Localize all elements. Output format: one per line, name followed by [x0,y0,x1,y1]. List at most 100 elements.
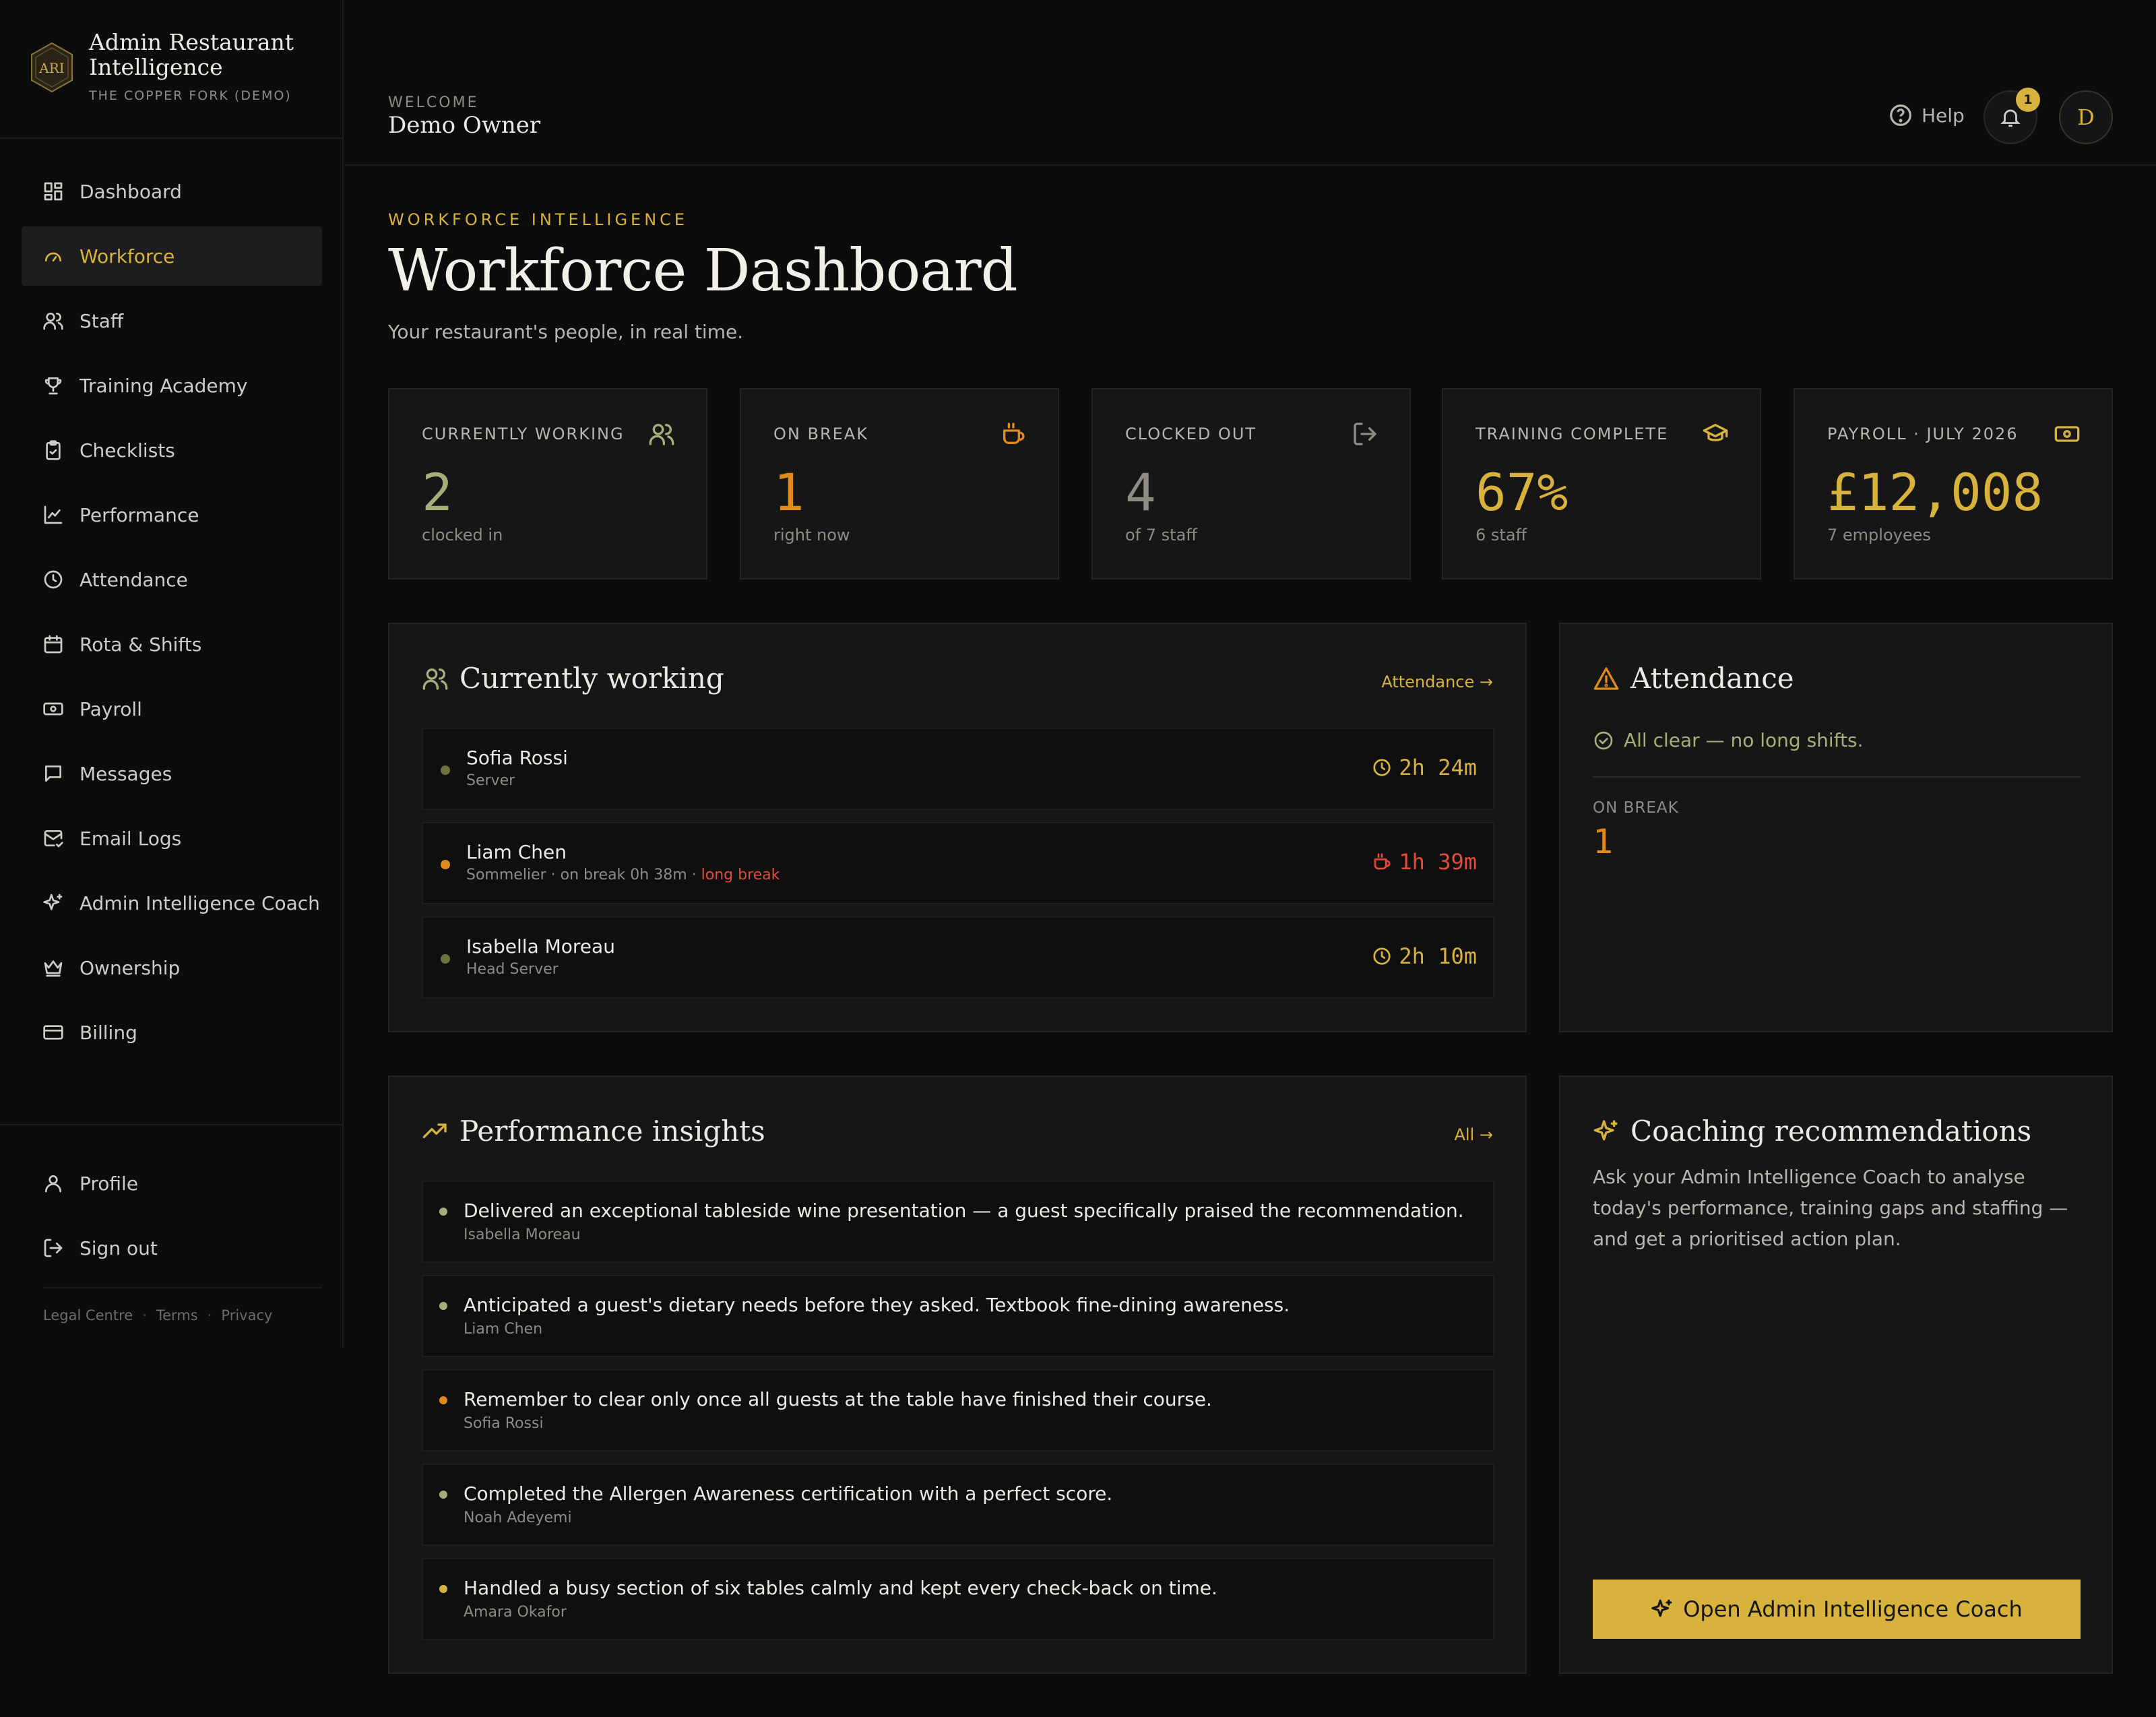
legal-links: Legal Centre · Terms · Privacy [43,1287,322,1323]
sidebar-item-sign-out[interactable]: Sign out [22,1218,322,1278]
sidebar-item-performance[interactable]: Performance [22,485,322,544]
coffee-icon [1000,420,1027,447]
insight-text: Delivered an exceptional tableside wine … [464,1199,1464,1222]
all-insights-link[interactable]: All → [1454,1125,1493,1144]
sidebar-item-dashboard[interactable]: Dashboard [22,162,322,221]
insight-staff-name: Sofia Rossi [464,1415,544,1432]
insight-item[interactable]: Anticipated a guest's dietary needs befo… [422,1275,1494,1357]
stat-note: 7 employees [1827,526,1931,544]
sidebar-item-ownership[interactable]: Ownership [22,938,322,997]
page-eyebrow: WORKFORCE INTELLIGENCE [388,210,689,229]
open-coach-button[interactable]: Open Admin Intelligence Coach [1593,1580,2081,1639]
account-nav: Profile Sign out [22,1154,322,1283]
sidebar-item-label: Rota & Shifts [80,633,202,656]
brand-title: Admin Restaurant Intelligence [89,29,294,80]
staff-name: Liam Chen [466,841,567,863]
sidebar-item-profile[interactable]: Profile [22,1154,322,1213]
sidebar-item-label: Dashboard [80,180,182,203]
gauge-icon [42,245,65,268]
insight-text: Completed the Allergen Awareness certifi… [464,1482,1113,1505]
sidebar-item-admin-intelligence-coach[interactable]: Admin Intelligence Coach [22,873,322,933]
notification-badge: 1 [2016,88,2040,112]
svg-text:ARI: ARI [38,60,64,76]
sidebar-nav: Dashboard Workforce Staff Training Acade… [22,162,322,1067]
stat-value: £12,008 [1827,462,2043,522]
on-break-label: ON BREAK [1593,799,1679,817]
sidebar-item-messages[interactable]: Messages [22,744,322,803]
attendance-link[interactable]: Attendance → [1381,673,1493,691]
insight-staff-name: Amara Okafor [464,1604,567,1621]
sign-out-icon [1352,420,1378,447]
shift-duration: 2h 10m [1372,943,1477,969]
sidebar-item-email-logs[interactable]: Email Logs [22,809,322,868]
sidebar-item-label: Messages [80,762,172,785]
sidebar: ARI Admin Restaurant Intelligence THE CO… [0,0,344,1348]
stat-label: ON BREAK [773,425,868,443]
link-label: All [1454,1125,1475,1144]
avatar[interactable]: D [2059,90,2113,144]
insight-staff-name: Liam Chen [464,1321,543,1338]
sidebar-item-label: Performance [80,503,199,526]
user-name: Demo Owner [388,112,541,139]
stat-value: 2 [422,462,453,522]
sidebar-item-rota-shifts[interactable]: Rota & Shifts [22,615,322,674]
terms-link[interactable]: Terms [156,1307,198,1323]
brand: ARI Admin Restaurant Intelligence THE CO… [0,0,342,139]
sidebar-item-label: Ownership [80,956,181,979]
sparkles-icon [1593,1119,1618,1140]
sidebar-item-payroll[interactable]: Payroll [22,679,322,739]
dashboard-icon [42,180,65,203]
privacy-link[interactable]: Privacy [221,1307,272,1323]
sidebar-item-label: Profile [80,1172,139,1195]
alert-triangle-icon [1593,666,1619,690]
sidebar-item-billing[interactable]: Billing [22,1003,322,1062]
banknote-icon [42,697,65,720]
sidebar-item-training-academy[interactable]: Training Academy [22,356,322,415]
shift-duration: 1h 39m [1372,849,1477,875]
sidebar-item-staff[interactable]: Staff [22,291,322,350]
sidebar-item-checklists[interactable]: Checklists [22,420,322,480]
status-dot [441,766,450,775]
crown-icon [42,956,65,979]
insight-item[interactable]: Completed the Allergen Awareness certifi… [422,1464,1494,1546]
panel-title: Attendance [1630,662,1794,695]
working-row[interactable]: Liam Chen Sommelier · on break 0h 38m · … [422,822,1494,904]
trophy-icon [42,374,65,397]
mail-check-icon [42,827,65,850]
help-button[interactable]: Help [1888,102,1965,128]
legal-centre-link[interactable]: Legal Centre [43,1307,133,1323]
insight-text: Anticipated a guest's dietary needs befo… [464,1294,1290,1316]
stat-note: of 7 staff [1125,526,1197,544]
insight-text: Handled a busy section of six tables cal… [464,1577,1217,1599]
notifications-button[interactable]: 1 [1984,88,2040,144]
sidebar-item-label: Payroll [80,697,142,720]
stat-card-payroll: PAYROLL · JULY 2026 £12,008 7 employees [1794,388,2113,580]
insight-staff-name: Isabella Moreau [464,1226,581,1243]
insight-dot [439,1585,447,1593]
insight-item[interactable]: Delivered an exceptional tableside wine … [422,1181,1494,1263]
sidebar-item-label: Training Academy [80,374,248,397]
sidebar-item-attendance[interactable]: Attendance [22,550,322,609]
user-icon [42,1172,65,1195]
working-row[interactable]: Sofia Rossi Server 2h 24m [422,728,1494,810]
panel-header: Performance insights [422,1115,765,1148]
sparkles-icon [1651,1599,1672,1617]
sidebar-item-workforce[interactable]: Workforce [22,226,322,286]
panel-header: Coaching recommendations [1593,1115,2031,1148]
duration-value: 2h 10m [1399,943,1477,969]
help-label: Help [1922,104,1965,127]
stat-note: clocked in [422,526,503,544]
arrow-right-icon: → [1479,673,1493,691]
clock-icon [1373,947,1391,965]
sidebar-item-label: Email Logs [80,827,182,850]
stat-card-currently-working: CURRENTLY WORKING 2 clocked in [388,388,707,580]
sparkles-icon [42,892,65,914]
panel-header: Currently working [422,662,724,695]
working-row[interactable]: Isabella Moreau Head Server 2h 10m [422,916,1494,999]
insight-item[interactable]: Remember to clear only once all guests a… [422,1369,1494,1451]
sidebar-item-label: Workforce [80,245,175,268]
insight-item[interactable]: Handled a busy section of six tables cal… [422,1558,1494,1640]
clock-icon [1373,759,1391,776]
brand-logo[interactable]: ARI [30,42,74,93]
stat-label: CURRENTLY WORKING [422,425,625,443]
